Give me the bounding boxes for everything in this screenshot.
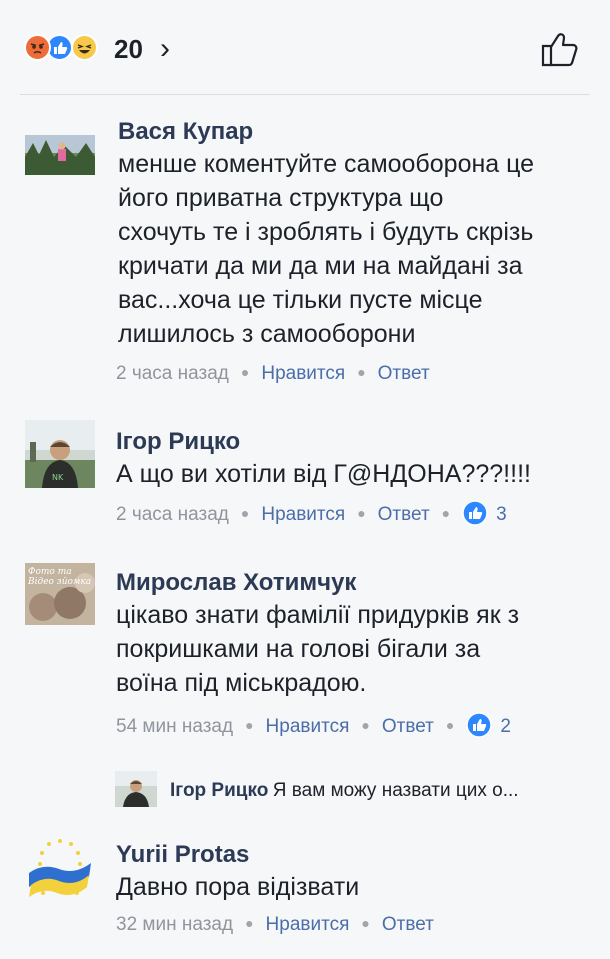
reply-link[interactable]: Ответ	[382, 716, 434, 737]
avatar[interactable]	[25, 835, 95, 901]
comment-text: цікаво знати фамілії придурків як з покр…	[116, 601, 520, 697]
comment-meta: 32 мин назад ● Нравится ● Ответ	[116, 914, 434, 935]
header-divider	[20, 94, 590, 95]
like-reaction-icon[interactable]	[462, 500, 488, 526]
comment-time: 54 мин назад	[116, 716, 234, 738]
comment-author[interactable]: Yurii Protas	[116, 841, 249, 869]
like-link[interactable]: Нравится	[266, 914, 350, 935]
comment-meta: 54 мин назад ● Нравится ● Ответ ● 2	[116, 712, 511, 740]
haha-reaction-icon	[71, 34, 98, 61]
svg-text:NK: NK	[52, 473, 64, 482]
avatar-caption: Фото та Відео зйомка	[28, 567, 92, 587]
chevron-right-icon[interactable]: ›	[160, 32, 170, 66]
angry-reaction-icon	[24, 34, 51, 61]
comment-text: менше коментуйте самооборона це його при…	[118, 150, 535, 348]
reply-link[interactable]: Ответ	[378, 504, 430, 525]
like-link[interactable]: Нравится	[261, 363, 345, 384]
reply-preview[interactable]: Ігор Рицко Я вам можу назвати цих о...	[115, 771, 585, 807]
comment-meta: 2 часа назад ● Нравится ● Ответ ● 3	[116, 500, 507, 528]
avatar[interactable]	[115, 771, 157, 807]
comment-meta: 2 часа назад ● Нравится ● Ответ	[116, 363, 430, 384]
comment-author[interactable]: Мирослав Хотимчук	[116, 569, 356, 597]
reply-author[interactable]: Ігор Рицко	[170, 780, 268, 801]
comment-time: 2 часа назад	[116, 363, 229, 384]
like-reaction-icon[interactable]	[466, 712, 493, 738]
reaction-count[interactable]: 20	[114, 34, 143, 65]
avatar[interactable]: NK	[25, 420, 95, 488]
like-link[interactable]: Нравится	[261, 504, 345, 525]
like-thumb-icon[interactable]	[540, 30, 580, 68]
comment-text: А що ви хотіли від Г@НДОНА???!!!!	[116, 460, 531, 488]
reaction-count[interactable]: 2	[500, 716, 511, 737]
reaction-count[interactable]: 3	[496, 504, 507, 525]
reply-link[interactable]: Ответ	[378, 363, 430, 384]
reply-link[interactable]: Ответ	[382, 914, 434, 935]
comment-time: 32 мин назад	[116, 914, 234, 935]
comment-author[interactable]: Вася Купар	[118, 118, 253, 146]
reply-text: Я вам можу назвати цих о...	[272, 780, 519, 801]
like-link[interactable]: Нравится	[266, 716, 350, 737]
comment-text: Давно пора відізвати	[116, 873, 360, 901]
comment-author[interactable]: Ігор Рицко	[116, 428, 240, 456]
comment-time: 2 часа назад	[116, 504, 229, 526]
avatar[interactable]: Фото та Відео зйомка	[25, 563, 95, 625]
reactions-header: 20 ›	[0, 0, 610, 95]
avatar[interactable]	[25, 135, 95, 175]
